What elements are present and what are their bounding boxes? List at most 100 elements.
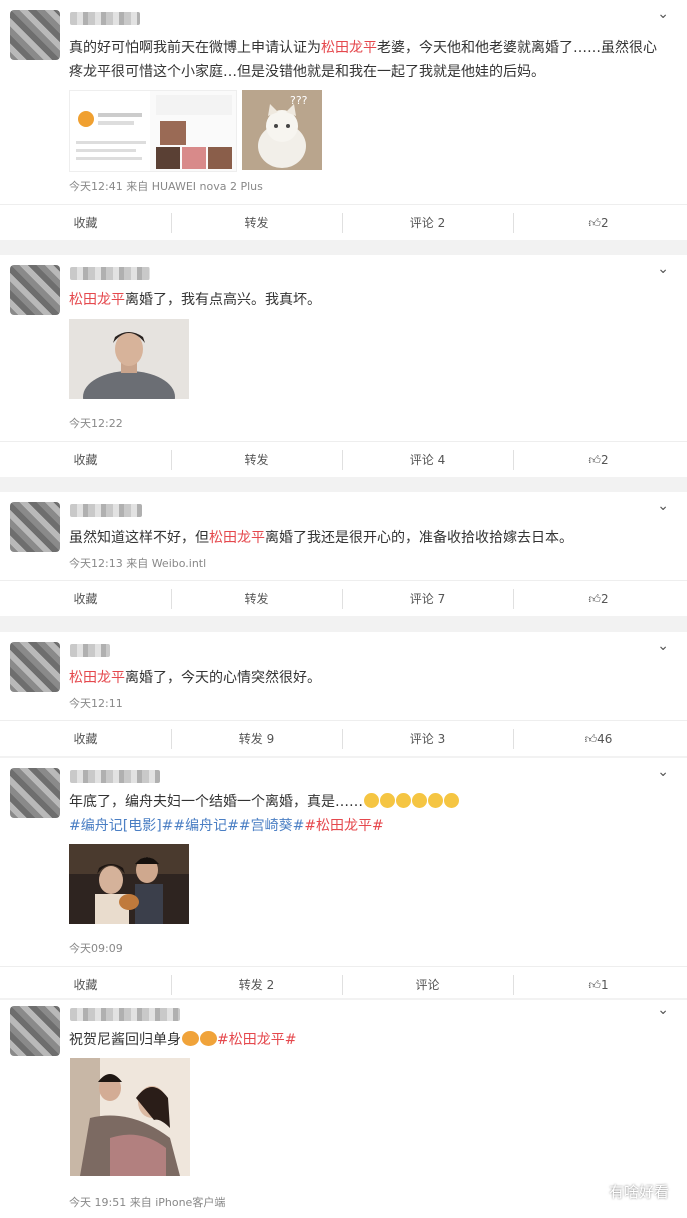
username-blurred[interactable] <box>70 267 150 280</box>
movie-still-thumbnail[interactable] <box>69 844 189 924</box>
like-button[interactable]: 👍︎2 <box>513 205 684 241</box>
highlight-keyword[interactable]: 松田龙平 <box>321 40 377 56</box>
like-button[interactable]: 👍︎2 <box>513 581 684 617</box>
favorite-button[interactable]: 收藏 <box>0 581 171 617</box>
favorite-button[interactable]: 收藏 <box>0 205 171 241</box>
repost-button[interactable]: 转发 <box>171 205 342 241</box>
cat-photo-thumbnail[interactable]: ??? <box>242 90 322 170</box>
like-button[interactable]: 👍︎2 <box>513 442 684 478</box>
username-blurred[interactable] <box>70 770 160 783</box>
action-bar: 收藏 转发 评论 2 👍︎2 <box>0 204 687 241</box>
action-bar: 收藏 转发 9 评论 3 👍︎46 <box>0 720 687 757</box>
highlight-keyword[interactable]: 松田龙平 <box>209 530 265 546</box>
watermark-text: 有啥好看 <box>608 1183 669 1201</box>
post-card: ⌄ 真的好可怕啊我前天在微博上申请认证为松田龙平老婆，今天他和他老婆就离婚了……… <box>0 0 687 240</box>
highlight-keyword[interactable]: 松田龙平 <box>69 670 125 686</box>
username-blurred[interactable] <box>70 12 140 25</box>
repost-button[interactable]: 转发 <box>171 581 342 617</box>
chevron-down-icon[interactable]: ⌄ <box>657 1002 669 1018</box>
action-bar: 收藏 转发 评论 7 👍︎2 <box>0 580 687 617</box>
comment-button[interactable]: 评论 2 <box>342 205 513 241</box>
text-segment: 祝贺尼酱回归单身 <box>69 1032 181 1048</box>
couple-photo-thumbnail[interactable] <box>70 1058 190 1176</box>
comment-button[interactable]: 评论 4 <box>342 442 513 478</box>
favorite-button[interactable]: 收藏 <box>0 442 171 478</box>
topic-line: #编舟记[电影]##编舟记##宫崎葵##松田龙平# <box>69 814 657 838</box>
post-card: ⌄ 年底了，编舟夫妇一个结婚一个离婚，真是…… #编舟记[电影]##编舟记##宫… <box>0 758 687 998</box>
text-segment: 离婚了，我有点高兴。我真坏。 <box>125 292 321 308</box>
laugh-cry-emoji-icon <box>412 793 427 808</box>
post-text: 祝贺尼酱回归单身 #松田龙平# <box>69 1028 657 1052</box>
chevron-down-icon[interactable]: ⌄ <box>657 498 669 514</box>
action-bar: 收藏 转发 评论 4 👍︎2 <box>0 441 687 478</box>
post-text: 真的好可怕啊我前天在微博上申请认证为松田龙平老婆，今天他和他老婆就离婚了……虽然… <box>69 36 657 84</box>
username-blurred[interactable] <box>70 504 142 517</box>
chevron-down-icon[interactable]: ⌄ <box>657 6 669 22</box>
clap-emoji-icon <box>200 1031 217 1046</box>
clap-emoji-icon <box>182 1031 199 1046</box>
post-meta: 今天12:11 <box>69 697 123 710</box>
favorite-button[interactable]: 收藏 <box>0 967 171 1003</box>
text-segment: 年底了，编舟夫妇一个结婚一个离婚，真是…… <box>69 794 363 810</box>
repost-button[interactable]: 转发 9 <box>171 721 342 757</box>
laugh-cry-emoji-icon <box>396 793 411 808</box>
post-card: ⌄ 祝贺尼酱回归单身 #松田龙平# 今天 19:51 来自 iPhone客户端 有… <box>0 1000 687 1218</box>
thumbs-up-icon: 👍︎ <box>588 978 601 992</box>
laugh-cry-emoji-icon <box>428 793 443 808</box>
repost-button[interactable]: 转发 2 <box>171 967 342 1003</box>
text-segment: 离婚了我还是很开心的，准备收拾收拾嫁去日本。 <box>265 530 573 546</box>
text-segment: 虽然知道这样不好，但 <box>69 530 209 546</box>
chevron-down-icon[interactable]: ⌄ <box>657 764 669 780</box>
like-count: 2 <box>600 592 609 606</box>
post-card: ⌄ 松田龙平离婚了，我有点高兴。我真坏。 今天12:22 收藏 转发 评论 4 … <box>0 255 687 477</box>
avatar[interactable] <box>10 768 60 818</box>
comment-button[interactable]: 评论 7 <box>342 581 513 617</box>
svg-text:???: ??? <box>290 94 308 107</box>
username-blurred[interactable] <box>70 644 110 657</box>
like-button[interactable]: 👍︎46 <box>513 721 684 757</box>
laugh-cry-emoji-icon <box>380 793 395 808</box>
post-meta: 今天09:09 <box>69 942 123 955</box>
post-text: 松田龙平离婚了，今天的心情突然很好。 <box>69 666 657 690</box>
post-meta: 今天12:41 来自 HUAWEI nova 2 Plus <box>69 180 263 193</box>
portrait-photo-thumbnail[interactable] <box>69 319 189 399</box>
comment-button[interactable]: 评论 <box>342 967 513 1003</box>
watermark: 有啥好看 <box>576 1180 669 1202</box>
repost-button[interactable]: 转发 <box>171 442 342 478</box>
chevron-down-icon[interactable]: ⌄ <box>657 261 669 277</box>
like-count: 2 <box>600 453 609 467</box>
topic-link[interactable]: #松田龙平# <box>304 818 383 834</box>
thumbs-up-icon: 👍︎ <box>588 216 601 230</box>
username-blurred[interactable] <box>70 1008 180 1021</box>
laugh-cry-emoji-icon <box>444 793 459 808</box>
action-bar: 收藏 转发 2 评论 👍︎1 <box>0 966 687 1003</box>
post-text: 年底了，编舟夫妇一个结婚一个离婚，真是…… <box>69 790 657 814</box>
like-button[interactable]: 👍︎1 <box>513 967 684 1003</box>
thumbs-up-icon: 👍︎ <box>588 453 601 467</box>
avatar[interactable] <box>10 265 60 315</box>
favorite-button[interactable]: 收藏 <box>0 721 171 757</box>
thumbs-up-icon: 👍︎ <box>584 732 598 746</box>
avatar[interactable] <box>10 10 60 60</box>
text-segment: 真的好可怕啊我前天在微博上申请认证为 <box>69 40 321 56</box>
post-meta: 今天12:13 来自 Weibo.intl <box>69 557 207 570</box>
screenshot-thumbnail[interactable] <box>69 90 237 172</box>
topic-link[interactable]: #编舟记[电影]# <box>69 818 173 834</box>
post-text: 虽然知道这样不好，但松田龙平离婚了我还是很开心的，准备收拾收拾嫁去日本。 <box>69 526 657 550</box>
post-card: ⌄ 松田龙平离婚了，今天的心情突然很好。 今天12:11 收藏 转发 9 评论 … <box>0 632 687 756</box>
like-count: 46 <box>597 732 613 746</box>
highlight-keyword[interactable]: 松田龙平 <box>69 292 125 308</box>
post-card: ⌄ 虽然知道这样不好，但松田龙平离婚了我还是很开心的，准备收拾收拾嫁去日本。 今… <box>0 492 687 616</box>
avatar[interactable] <box>10 642 60 692</box>
chevron-down-icon[interactable]: ⌄ <box>657 638 669 654</box>
topic-link[interactable]: #编舟记# <box>173 818 238 834</box>
post-meta: 今天12:22 <box>69 417 123 430</box>
post-text: 松田龙平离婚了，我有点高兴。我真坏。 <box>69 288 657 312</box>
avatar[interactable] <box>10 502 60 552</box>
text-segment: 离婚了，今天的心情突然很好。 <box>125 670 321 686</box>
comment-button[interactable]: 评论 3 <box>342 721 513 757</box>
topic-link[interactable]: #松田龙平# <box>217 1032 296 1048</box>
avatar[interactable] <box>10 1006 60 1056</box>
post-meta: 今天 19:51 来自 iPhone客户端 <box>69 1196 226 1209</box>
topic-link[interactable]: #宫崎葵# <box>239 818 304 834</box>
